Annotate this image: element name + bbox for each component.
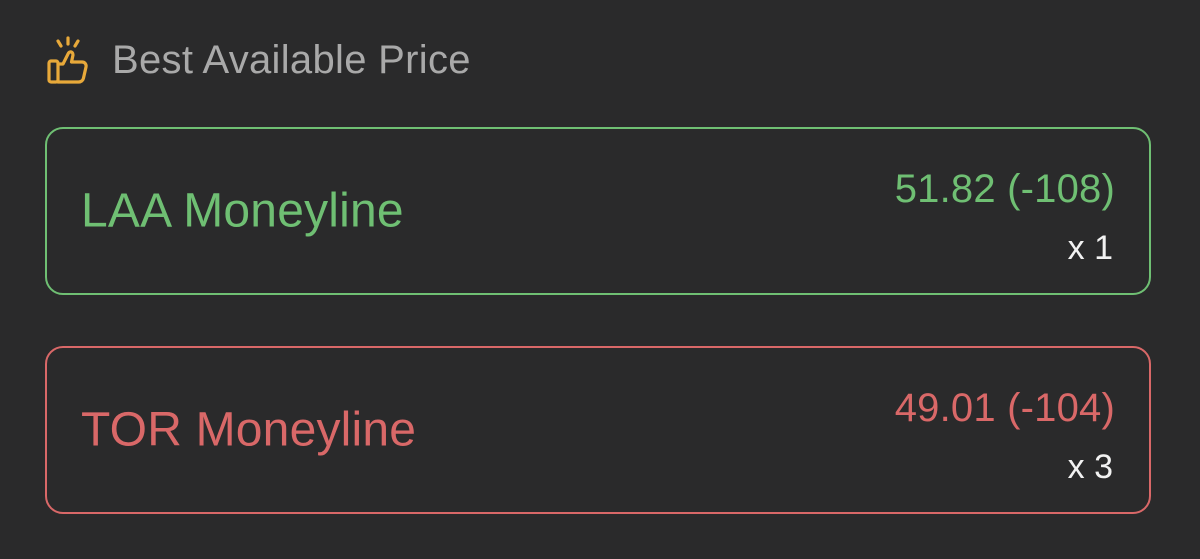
quantity-value: x 1 bbox=[1067, 229, 1113, 267]
quantity-value: x 3 bbox=[1067, 448, 1113, 486]
price-value: 49.01 (-104) bbox=[894, 386, 1115, 430]
thumbs-up-icon bbox=[44, 32, 92, 88]
best-price-header: Best Available Price bbox=[44, 30, 471, 90]
price-value: 51.82 (-108) bbox=[894, 167, 1115, 211]
offer-card-tor[interactable]: TOR Moneyline 49.01 (-104) x 3 bbox=[45, 346, 1151, 514]
offer-card-laa[interactable]: LAA Moneyline 51.82 (-108) x 1 bbox=[45, 127, 1151, 295]
market-label: LAA Moneyline bbox=[81, 184, 404, 238]
market-label: TOR Moneyline bbox=[81, 403, 417, 457]
page-title: Best Available Price bbox=[112, 37, 471, 82]
